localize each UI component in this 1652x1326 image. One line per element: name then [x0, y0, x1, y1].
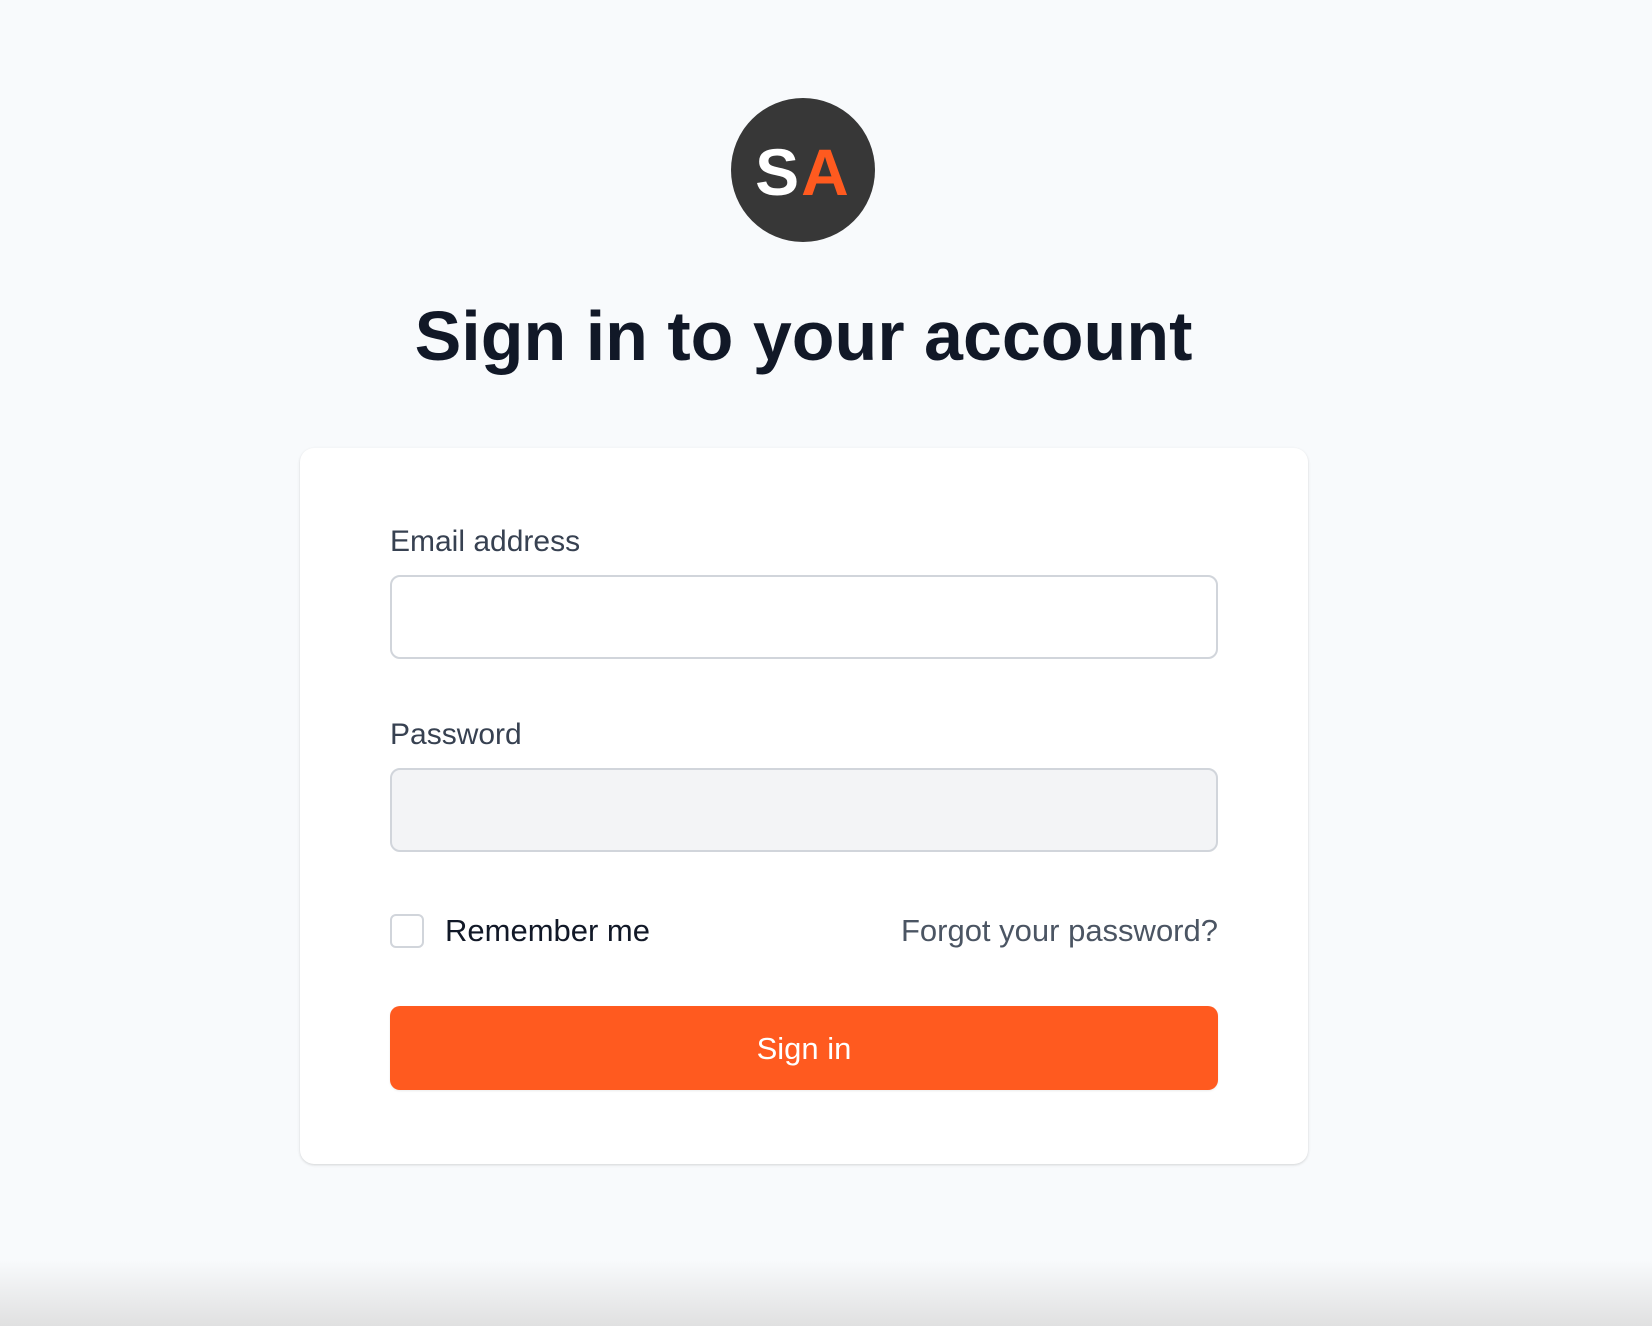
- email-label: Email address: [390, 525, 581, 558]
- remember-me-label[interactable]: Remember me: [445, 911, 650, 951]
- forgot-password-link[interactable]: Forgot your password?: [901, 911, 1218, 951]
- logo: SA: [731, 98, 875, 242]
- sign-in-button[interactable]: Sign in: [390, 1006, 1218, 1090]
- sign-in-card: Email address Password Remember me Forgo…: [300, 448, 1308, 1164]
- password-label: Password: [390, 718, 522, 751]
- page-title: Sign in to your account: [414, 297, 1193, 375]
- remember-row: Remember me Forgot your password?: [390, 911, 1218, 951]
- logo-monogram: SA: [755, 139, 851, 205]
- email-input[interactable]: [390, 575, 1218, 659]
- bottom-shadow: [0, 1260, 1652, 1326]
- logo-letter-a: A: [801, 135, 851, 209]
- remember-me-checkbox[interactable]: [390, 914, 424, 948]
- password-input[interactable]: [390, 768, 1218, 852]
- logo-letter-s: S: [755, 135, 802, 209]
